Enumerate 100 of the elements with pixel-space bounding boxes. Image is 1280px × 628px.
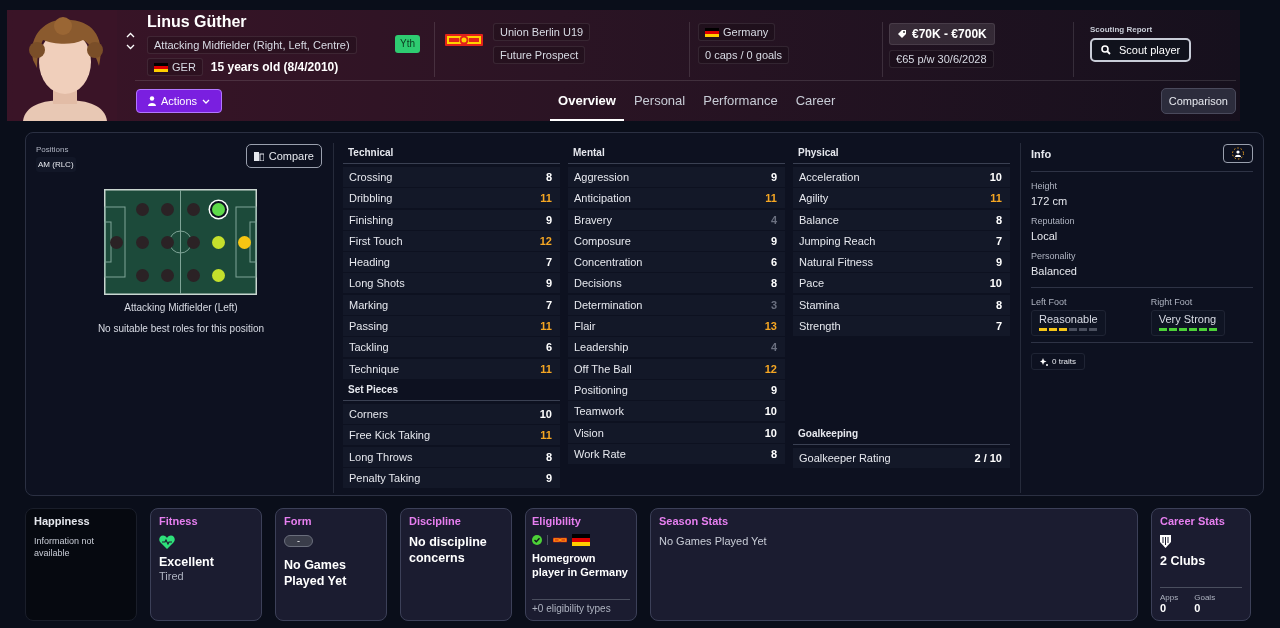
attribute-value: 7 <box>995 234 1002 247</box>
chevron-up-icon[interactable] <box>126 32 135 38</box>
club-name: Union Berlin U19 <box>493 23 591 41</box>
foot-meter <box>1158 328 1217 331</box>
attribute-value: 9 <box>770 383 777 396</box>
attribute-name: Pace <box>799 277 825 290</box>
tab[interactable]: Overview <box>550 81 624 121</box>
info-value: 172 cm <box>1031 195 1069 207</box>
position-value: AM (RLC) <box>36 157 76 172</box>
stat-value: 0 <box>1194 602 1202 614</box>
person-icon <box>1231 147 1245 160</box>
value-range: €70K - €700K <box>889 23 995 45</box>
attribute-value: 7 <box>545 298 552 311</box>
group-header: Physical <box>793 143 1010 164</box>
attribute-value: 9 <box>770 234 777 247</box>
attribute-value: 9 <box>770 171 777 183</box>
attribute-name: Balance <box>799 213 839 226</box>
player-name: Linus Güther <box>147 13 248 31</box>
traits-chip[interactable]: 0 traits <box>1031 353 1085 370</box>
card-title: Happiness <box>34 515 90 527</box>
attribute-value: 4 <box>770 341 777 354</box>
attribute-value: 9 <box>545 213 552 226</box>
player-status: Future Prospect <box>493 46 586 64</box>
info-value: Local <box>1031 230 1059 242</box>
tag-icon <box>897 29 907 39</box>
role-label: Attacking Midfielder (Left) <box>123 302 239 313</box>
tab[interactable]: Personal <box>625 81 694 121</box>
attribute-value: 10 <box>989 171 1002 183</box>
attribute-name: Long Shots <box>349 277 405 290</box>
attribute-name: Aggression <box>574 171 630 183</box>
position-dot[interactable] <box>212 202 226 216</box>
attribute-name: Agility <box>799 192 829 205</box>
info-label: Reputation <box>1031 216 1076 226</box>
attribute-value: 11 <box>990 192 1002 205</box>
attribute-name: Leadership <box>574 341 629 354</box>
attribute-name: Crossing <box>349 171 393 183</box>
flag-icon <box>572 534 590 546</box>
compare-button[interactable]: Compare <box>245 144 322 168</box>
attribute-name: Anticipation <box>574 192 631 205</box>
attribute-name: Stamina <box>799 298 840 311</box>
attribute-value: 11 <box>540 429 552 442</box>
search-icon <box>1101 45 1111 55</box>
attribute-name: Acceleration <box>799 171 860 183</box>
person-icon <box>148 96 156 106</box>
card-text: Information not available <box>34 535 96 560</box>
nation-code: GER <box>147 58 203 76</box>
flag-icon <box>154 62 168 72</box>
attribute-value: 11 <box>765 192 777 205</box>
attribute-value: 12 <box>539 234 552 247</box>
card-value: No discipline concerns <box>409 535 487 566</box>
attribute-value: 13 <box>764 320 777 333</box>
card-title: Fitness <box>159 515 198 527</box>
attribute-name: Decisions <box>574 277 622 290</box>
card-title: Eligibility <box>532 515 581 527</box>
compare-icon <box>253 151 264 161</box>
card-title: Form <box>284 515 312 527</box>
attribute-name: Tackling <box>349 341 389 354</box>
foot-value: Very Strong <box>1158 313 1217 325</box>
stat-label: Apps <box>1160 593 1179 602</box>
attribute-value: 12 <box>764 362 777 375</box>
attribute-value: 9 <box>545 277 552 290</box>
wage-label: €65 p/w 30/6/2028 <box>889 50 994 68</box>
attribute-value: 9 <box>995 256 1002 269</box>
actions-button[interactable]: Actions <box>136 89 223 113</box>
position-label: Attacking Midfielder (Right, Left, Centre) <box>147 36 357 54</box>
attribute-value: 2 / 10 <box>974 451 1002 464</box>
tab[interactable]: Career <box>787 81 844 121</box>
attribute-value: 10 <box>764 405 777 418</box>
info-label: Personality <box>1031 251 1077 261</box>
chevron-down-icon[interactable] <box>126 44 135 50</box>
panel-title: Info <box>1031 147 1052 160</box>
attribute-value: 10 <box>764 426 777 439</box>
attribute-name: Teamwork <box>574 405 625 418</box>
info-label: Right Foot <box>1150 297 1194 307</box>
attribute-value: 3 <box>770 298 777 311</box>
heart-icon <box>159 535 175 549</box>
attribute-value: 8 <box>995 298 1002 311</box>
attribute-value: 8 <box>545 450 552 463</box>
attribute-value: 8 <box>545 171 552 183</box>
attribute-value: 11 <box>540 320 552 333</box>
role-note: No suitable best roles for this position <box>96 323 266 334</box>
caret-icon <box>202 98 211 104</box>
card-value: No Games Played Yet <box>284 557 348 590</box>
attribute-name: Corners <box>349 407 389 420</box>
stat-label: Goals <box>1194 593 1216 602</box>
attribute-name: Bravery <box>574 213 612 226</box>
form-chip: - <box>284 535 313 547</box>
attribute-value: 10 <box>989 277 1002 290</box>
attribute-name: Flair <box>574 320 596 333</box>
scout-button[interactable]: Scout player <box>1090 38 1192 62</box>
flag-icon <box>705 27 719 37</box>
attribute-name: First Touch <box>349 234 403 247</box>
attribute-name: Finishing <box>349 213 394 226</box>
tab[interactable]: Performance <box>695 81 786 121</box>
attribute-value: 11 <box>540 192 552 205</box>
club-logo <box>445 33 483 47</box>
attribute-name: Strength <box>799 320 841 333</box>
stat-value: 0 <box>1160 602 1168 614</box>
player-icon-button[interactable] <box>1223 144 1253 163</box>
comparison-button[interactable]: Comparison <box>1160 88 1236 114</box>
